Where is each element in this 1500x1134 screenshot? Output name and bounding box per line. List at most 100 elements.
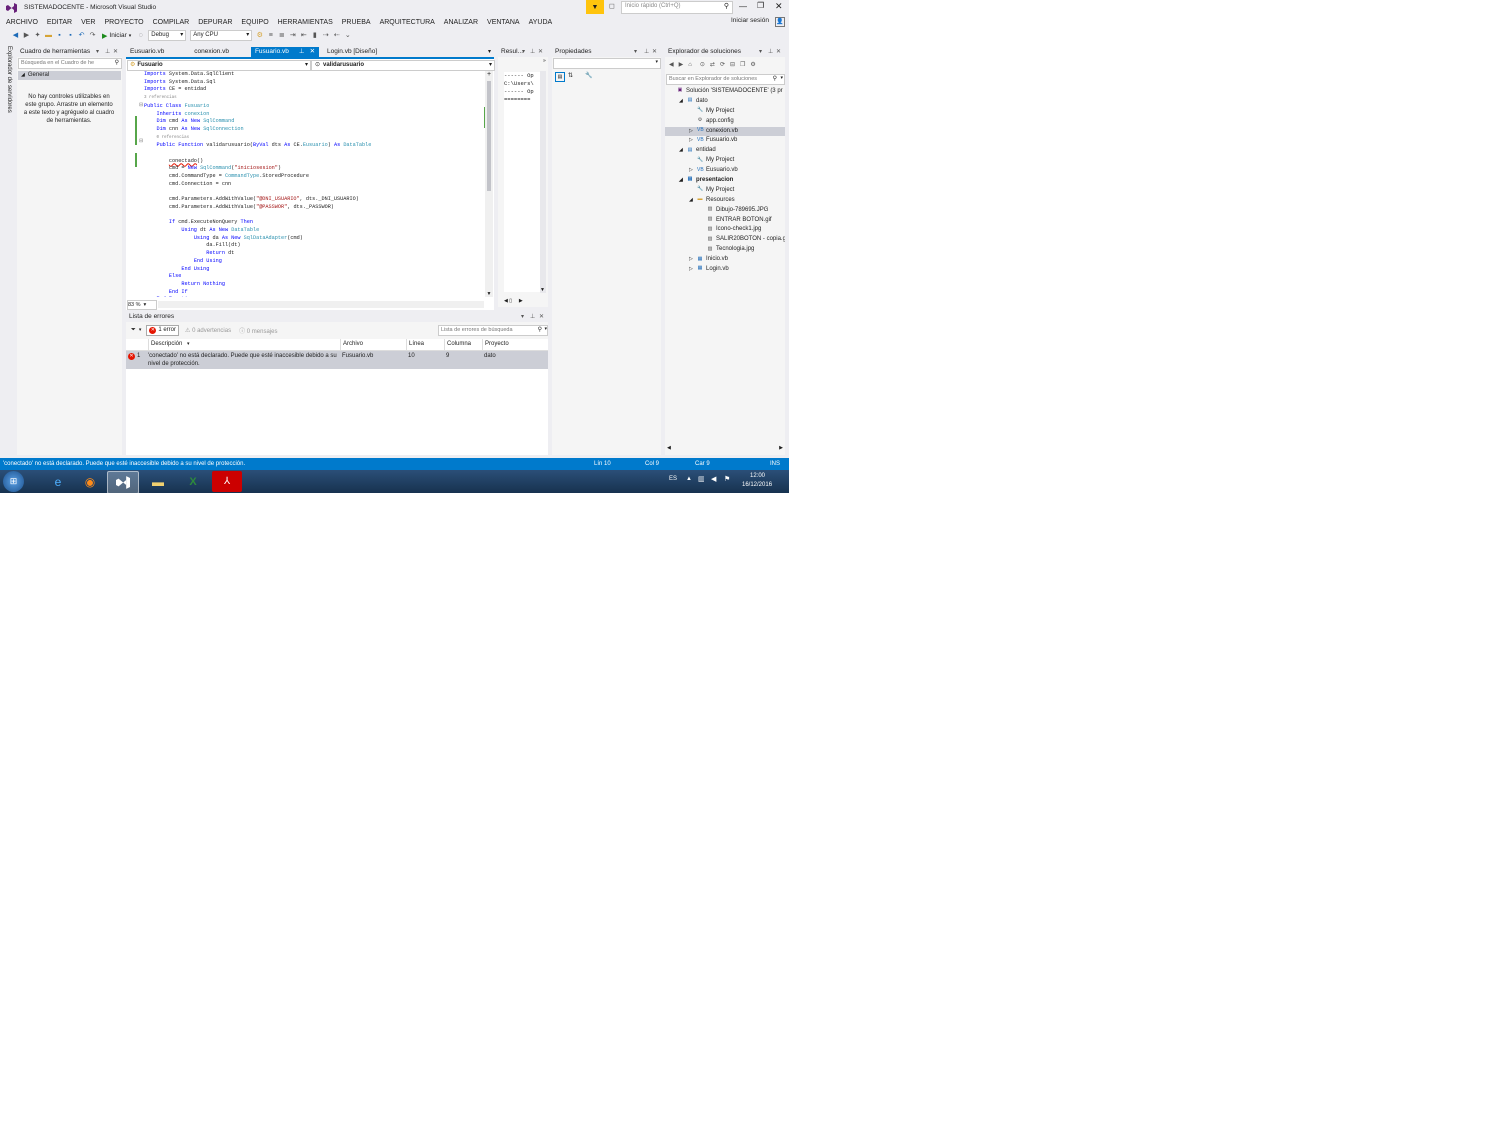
expand-icon[interactable]: ▷ — [689, 255, 697, 265]
tree-item[interactable]: ◢ ▤ presentacion — [665, 176, 785, 186]
undo-icon[interactable]: ↶ — [78, 32, 85, 39]
pin-icon[interactable]: ⊥ — [768, 47, 773, 57]
close-icon[interactable]: ✕ — [539, 312, 544, 322]
pin-icon[interactable]: ⊥ — [644, 47, 649, 57]
new-project-icon[interactable]: ✦ — [34, 32, 41, 39]
tree-item[interactable]: ▨ Dibujo-789695.JPG — [665, 206, 785, 216]
errors-filter-button[interactable]: ✕ 1 error — [146, 324, 179, 336]
home-icon[interactable]: ⌂ — [688, 62, 692, 68]
menu-editar[interactable]: EDITAR — [47, 19, 72, 26]
tree-item[interactable]: 🔧 My Project — [665, 186, 785, 196]
show-hidden-icons-icon[interactable]: ▲ — [686, 476, 692, 482]
menu-arquitectura[interactable]: ARQUITECTURA — [380, 19, 435, 26]
chevron-down-icon[interactable]: ▾ — [522, 47, 525, 57]
editor-horizontal-scrollbar[interactable] — [158, 301, 484, 308]
pin-icon[interactable]: ⊥ — [530, 47, 535, 57]
expand-icon[interactable]: ▷ — [689, 127, 697, 137]
outdent-icon[interactable]: ⇤ — [300, 32, 307, 39]
forward-icon[interactable]: ▶ — [679, 61, 684, 68]
show-all-files-icon[interactable]: ❐ — [740, 61, 745, 68]
expanded-icon[interactable]: ◢ — [679, 146, 687, 156]
toolbox-group-general[interactable]: ◢ General — [18, 71, 121, 80]
expand-icon[interactable]: ▷ — [689, 166, 697, 176]
split-icon[interactable]: + — [485, 71, 493, 79]
column-column[interactable]: Columna — [444, 339, 481, 350]
save-icon[interactable]: ▪ — [56, 32, 63, 39]
error-search-input[interactable]: Lista de errores de búsqueda ⚲ ▾ — [438, 325, 548, 336]
alphabetical-icon[interactable]: ⇅ — [568, 72, 573, 79]
output-hscrollbar[interactable]: ◀ ▯ ▶ — [504, 298, 544, 304]
save-all-icon[interactable]: ▪ — [67, 32, 74, 39]
clock-date[interactable]: 16/12/2016 — [742, 482, 772, 488]
toolbox-search-input[interactable]: Búsqueda en el Cuadro de he ⚲ — [18, 58, 122, 69]
output-text[interactable]: ------ Op C:\Users\ ------ Op ======== — [504, 72, 540, 292]
tree-item[interactable]: ▨ SALIR20BOTON - copia.g — [665, 235, 785, 245]
tree-item[interactable]: ▣ Solución 'SISTEMADOCENTE' (3 pr — [665, 87, 785, 97]
minimize-button[interactable]: — — [739, 2, 747, 11]
expanded-icon[interactable]: ◢ — [679, 97, 687, 107]
scroll-down-icon[interactable]: ▼ — [485, 291, 493, 297]
sync-icon[interactable]: ⇄ — [710, 61, 715, 68]
tree-item[interactable]: ◢ ▬ Resources — [665, 196, 785, 206]
pin-icon[interactable]: ⊥ — [299, 48, 305, 55]
tree-item[interactable]: 🔧 My Project — [665, 156, 785, 166]
tree-item[interactable]: ▨ Icono-check1.jpg — [665, 225, 785, 235]
method-dropdown[interactable]: ⊙ validarusuario ▾ — [311, 60, 495, 71]
menu-archivo[interactable]: ARCHIVO — [6, 19, 38, 26]
close-icon[interactable]: ✕ — [310, 48, 315, 55]
volume-icon[interactable]: ◀ — [711, 475, 716, 483]
tree-item[interactable]: ▷ ▦ Inicio.vb — [665, 255, 785, 265]
tab-login-design[interactable]: Login.vb [Diseño] — [323, 47, 381, 57]
action-center-icon[interactable]: ⚑ — [724, 475, 730, 483]
menu-analizar[interactable]: ANALIZAR — [444, 19, 478, 26]
menu-herramientas[interactable]: HERRAMIENTAS — [278, 19, 333, 26]
collapse-icon[interactable]: ⊟ — [139, 138, 143, 144]
menu-compilar[interactable]: COMPILAR — [153, 19, 190, 26]
pin-icon[interactable]: ⊥ — [530, 312, 535, 322]
close-icon[interactable]: ✕ — [113, 47, 118, 57]
start-button[interactable]: ▶ Iniciar ▾ — [102, 32, 131, 40]
editor-tab-dropdown-icon[interactable]: ▾ — [488, 48, 491, 55]
close-button[interactable]: ✕ — [775, 1, 783, 12]
attach-icon[interactable]: ◌ — [137, 32, 144, 39]
chevron-down-icon[interactable]: ▾ — [521, 312, 524, 322]
redo-icon[interactable]: ↷ — [89, 32, 96, 39]
filter-icon[interactable]: ⏷ — [131, 327, 136, 334]
properties-object-select[interactable]: ▾ — [553, 58, 661, 69]
network-icon[interactable]: ▥ — [698, 475, 705, 483]
uncomment-icon[interactable]: ≣ — [278, 32, 285, 39]
chevron-down-icon[interactable]: ▾ — [96, 47, 99, 57]
menu-ver[interactable]: VER — [81, 19, 95, 26]
tab-fusuario[interactable]: Fusuario.vb ⊥ ✕ — [250, 47, 320, 57]
internet-explorer-icon[interactable]: e — [43, 471, 73, 492]
column-line[interactable]: Línea — [406, 339, 443, 350]
tab-conexion[interactable]: conexion.vb — [190, 47, 233, 57]
comment-icon[interactable]: ≡ — [267, 32, 274, 39]
menu-prueba[interactable]: PRUEBA — [342, 19, 371, 26]
tree-item[interactable]: ▷ ▦ Login.vb — [665, 265, 785, 275]
scroll-down-icon[interactable]: ▼ — [540, 287, 545, 293]
open-icon[interactable]: ▬ — [45, 32, 52, 39]
tree-item[interactable]: ▨ ENTRAR BOTON.gif — [665, 216, 785, 226]
tree-item[interactable]: ▷ VB Fusuario.vb — [665, 136, 785, 146]
menu-ayuda[interactable]: AYUDA — [529, 19, 553, 26]
menu-depurar[interactable]: DEPURAR — [198, 19, 232, 26]
tab-eusuario[interactable]: Eusuario.vb — [126, 47, 168, 57]
warnings-filter-button[interactable]: ⚠ 0 advertencias — [185, 327, 231, 334]
chevron-down-icon[interactable]: ▾ — [634, 47, 637, 57]
column-description[interactable]: Descripción ▾ — [148, 339, 190, 350]
code-text[interactable]: Imports System.Data.SqlClient Imports Sy… — [144, 71, 484, 297]
browser-link-icon[interactable]: ⚙ — [256, 32, 263, 39]
filter-icon[interactable]: ▼ — [586, 0, 604, 14]
class-dropdown[interactable]: ⚙ Fusuario ▾ — [127, 60, 311, 71]
feedback-icon[interactable]: ◻ — [609, 2, 615, 10]
properties-wrench-icon[interactable]: 🔧 — [585, 72, 592, 79]
output-scrollbar[interactable]: ▼ — [540, 71, 546, 293]
settings-icon[interactable]: ⚙ — [750, 61, 755, 68]
next-bookmark-icon[interactable]: ⇢ — [322, 32, 329, 39]
bookmark-icon[interactable]: ▮ — [311, 32, 318, 39]
close-icon[interactable]: ✕ — [652, 47, 657, 57]
expand-icon[interactable]: ▷ — [689, 265, 697, 275]
pending-changes-icon[interactable]: ⊙ — [700, 61, 705, 68]
chevron-down-icon[interactable]: ▾ — [759, 47, 762, 57]
